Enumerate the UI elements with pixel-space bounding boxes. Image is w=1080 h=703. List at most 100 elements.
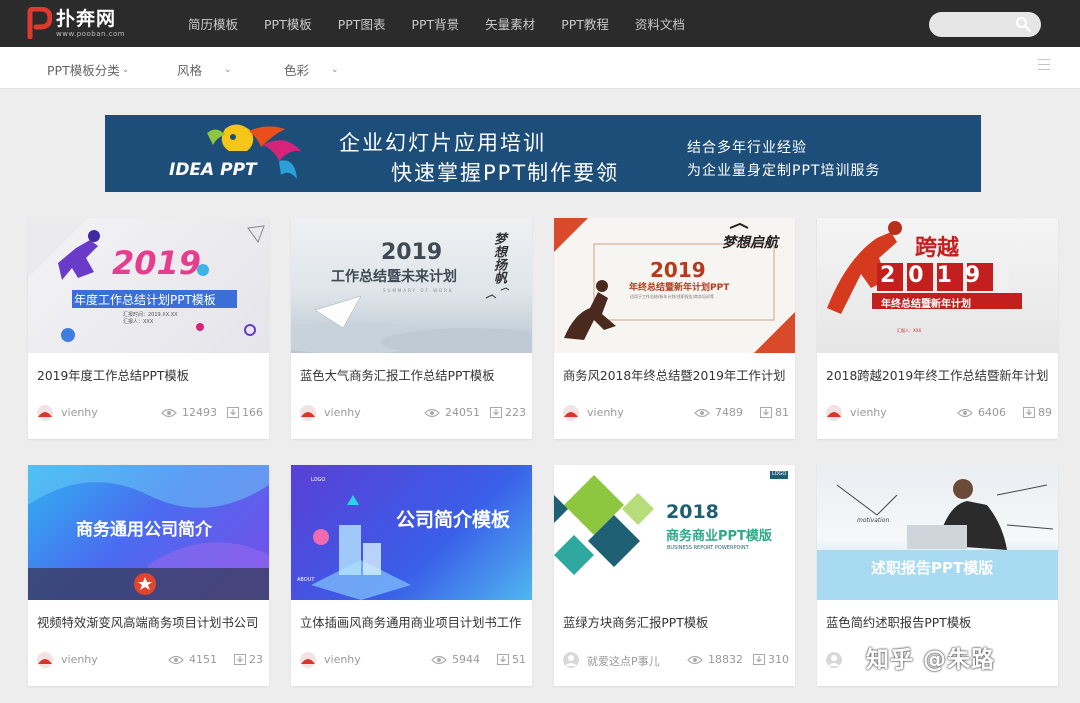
- template-thumbnail[interactable]: 2019 工作总结暨未来计划 梦想扬帆 SUMMARY OF WORK: [291, 218, 532, 353]
- views-value: 5944: [452, 653, 480, 666]
- thumb-small-1: motivation: [857, 517, 890, 524]
- search-icon[interactable]: [1015, 16, 1031, 32]
- nav-item-tutorials[interactable]: PPT教程: [561, 14, 609, 33]
- template-title[interactable]: 蓝绿方块商务汇报PPT模板: [563, 613, 789, 631]
- avatar[interactable]: [300, 652, 316, 668]
- download-icon: [753, 654, 765, 665]
- avatar[interactable]: [563, 405, 579, 421]
- download-icon: [234, 654, 246, 665]
- views-value: 4151: [189, 653, 217, 666]
- downloads-value: 310: [768, 653, 789, 666]
- thumb-small-1: 汇报人：XXX: [897, 328, 922, 333]
- template-title[interactable]: 2018跨越2019年终工作总结暨新年计划: [826, 366, 1052, 384]
- thumb-subtitle: 年终总结暨新年计划PPT: [629, 283, 730, 293]
- banner-tagline-2: 为企业量身定制PPT培训服务: [687, 163, 881, 179]
- top-navbar: 扑奔网 www.pooban.com 简历模板 PPT模板 PPT图表 PPT背…: [0, 0, 1080, 47]
- eye-icon: [957, 408, 973, 417]
- template-meta: vienhy 6406 89: [826, 405, 1052, 421]
- template-card[interactable]: 跨越 2019 年终总结暨新年计划 汇报人：XXX 2018跨越2019年终工作…: [817, 218, 1058, 439]
- template-card[interactable]: 2019 工作总结暨未来计划 梦想扬帆 SUMMARY OF WORK 蓝色大气…: [291, 218, 532, 439]
- author-name[interactable]: vienhy: [850, 406, 887, 419]
- isometric-illustration-graphic: [311, 495, 411, 600]
- template-card[interactable]: LOGO 公司简介模板 ABOUT 立体插画风商务通用商业项目计划书工作 vie…: [291, 465, 532, 686]
- template-thumbnail[interactable]: 商务通用公司简介: [28, 465, 269, 600]
- view-count: 7489: [694, 406, 743, 419]
- template-meta: vienhy 7489 81: [563, 405, 789, 421]
- downloads-value: 51: [512, 653, 526, 666]
- chevron-down-icon: ⌄: [121, 64, 130, 75]
- template-thumbnail[interactable]: 2019 年度工作总结计划PPT模板 汇报时间：2019.XX.XX 汇报人：X…: [28, 218, 269, 353]
- nav-item-documents[interactable]: 资料文档: [635, 14, 685, 33]
- download-count: 223: [490, 406, 526, 419]
- views-value: 6406: [978, 406, 1006, 419]
- avatar[interactable]: [563, 652, 579, 668]
- author-name[interactable]: vienhy: [324, 653, 361, 666]
- template-title[interactable]: 商务风2018年终总结暨2019年工作计划: [563, 366, 789, 384]
- site-logo[interactable]: 扑奔网 www.pooban.com: [26, 7, 125, 39]
- template-thumbnail[interactable]: 2018 商务商业PPT模版 BUSINESS REPORT POWERPOIN…: [554, 465, 795, 600]
- template-thumbnail[interactable]: 跨越 2019 年终总结暨新年计划 汇报人：XXX: [817, 218, 1058, 353]
- author-name[interactable]: vienhy: [61, 653, 98, 666]
- view-count: 4151: [168, 653, 217, 666]
- nav-item-resume[interactable]: 简历模板: [188, 14, 238, 33]
- views-value: 24051: [445, 406, 480, 419]
- site-url: www.pooban.com: [56, 30, 126, 38]
- avatar[interactable]: [826, 405, 842, 421]
- avatar[interactable]: [37, 405, 53, 421]
- menu-icon[interactable]: [1038, 59, 1050, 71]
- template-title[interactable]: 2019年度工作总结PPT模板: [37, 366, 263, 384]
- template-card[interactable]: 2019 年终总结暨新年计划PPT 梦想启航 适用于工作总结/新年计划/述职报告…: [554, 218, 795, 439]
- promo-banner[interactable]: IDEA PPT 企业幻灯片应用培训 快速掌握PPT制作要领 结合多年行业经验 …: [105, 115, 981, 192]
- template-thumbnail[interactable]: LOGO 公司简介模板 ABOUT: [291, 465, 532, 600]
- template-thumbnail[interactable]: 述职报告PPT模版 motivation: [817, 465, 1058, 600]
- author-name[interactable]: vienhy: [587, 406, 624, 419]
- thumb-small-1: 适用于工作总结/新年计划/述职报告/商务培训等: [630, 294, 715, 299]
- view-count: 6406: [957, 406, 1006, 419]
- downloads-value: 166: [242, 406, 263, 419]
- downloads-value: 23: [249, 653, 263, 666]
- avatar[interactable]: [300, 405, 316, 421]
- template-title[interactable]: 蓝色大气商务汇报工作总结PPT模板: [300, 366, 526, 384]
- author-name[interactable]: vienhy: [324, 406, 361, 419]
- download-icon: [497, 654, 509, 665]
- eye-icon: [694, 408, 710, 417]
- template-title[interactable]: 立体插画风商务通用商业项目计划书工作: [300, 613, 526, 631]
- template-card[interactable]: 2019 年度工作总结计划PPT模板 汇报时间：2019.XX.XX 汇报人：X…: [28, 218, 269, 439]
- download-icon: [227, 407, 239, 418]
- template-title[interactable]: 蓝色简约述职报告PPT模板: [826, 613, 1052, 631]
- download-icon: [760, 407, 772, 418]
- download-count: 81: [760, 406, 789, 419]
- template-card[interactable]: 商务通用公司简介 视频特效渐变风高端商务项目计划书公司 vienhy 4151 …: [28, 465, 269, 686]
- thumb-logo-text: LOGO: [311, 477, 326, 483]
- filter-style[interactable]: 风格 ⌄: [177, 60, 232, 79]
- thumb-subtitle: 商务商业PPT模版: [666, 529, 772, 544]
- nav-item-ppt-templates[interactable]: PPT模板: [264, 14, 312, 33]
- thumb-logo-text: LOGO: [772, 471, 787, 477]
- filter-category[interactable]: PPT模板分类 ⌄: [47, 60, 129, 79]
- nav-item-ppt-backgrounds[interactable]: PPT背景: [411, 14, 459, 33]
- download-icon: [1023, 407, 1035, 418]
- banner-headline-1: 企业幻灯片应用培训: [339, 131, 546, 155]
- nav-item-ppt-charts[interactable]: PPT图表: [338, 14, 386, 33]
- banner-headline-2: 快速掌握PPT制作要领: [391, 161, 620, 185]
- banner-logo-text: IDEA PPT: [169, 160, 258, 180]
- thumb-subtitle: 工作总结暨未来计划: [331, 269, 457, 285]
- template-card[interactable]: 2018 商务商业PPT模版 BUSINESS REPORT POWERPOIN…: [554, 465, 795, 686]
- template-meta: vienhy 12493 166: [37, 405, 263, 421]
- downloads-value: 89: [1038, 406, 1052, 419]
- author-name[interactable]: 就爱这点P事儿: [587, 653, 660, 669]
- template-title[interactable]: 视频特效渐变风高端商务项目计划书公司: [37, 613, 263, 631]
- avatar[interactable]: [37, 652, 53, 668]
- chevron-down-icon: ⌄: [331, 64, 339, 75]
- author-name[interactable]: vienhy: [61, 406, 98, 419]
- filter-color-label: 色彩: [284, 63, 310, 78]
- search-input[interactable]: [929, 12, 1041, 37]
- nav-item-vector[interactable]: 矢量素材: [485, 14, 535, 33]
- thumb-big-text: 跨越: [915, 236, 960, 261]
- downloads-value: 81: [775, 406, 789, 419]
- avatar[interactable]: [826, 652, 842, 668]
- thumb-subtitle: 年度工作总结计划PPT模板: [74, 293, 216, 307]
- template-thumbnail[interactable]: 2019 年终总结暨新年计划PPT 梦想启航 适用于工作总结/新年计划/述职报告…: [554, 218, 795, 353]
- filter-color[interactable]: 色彩 ⌄: [284, 60, 339, 79]
- view-count: 18832: [687, 653, 743, 666]
